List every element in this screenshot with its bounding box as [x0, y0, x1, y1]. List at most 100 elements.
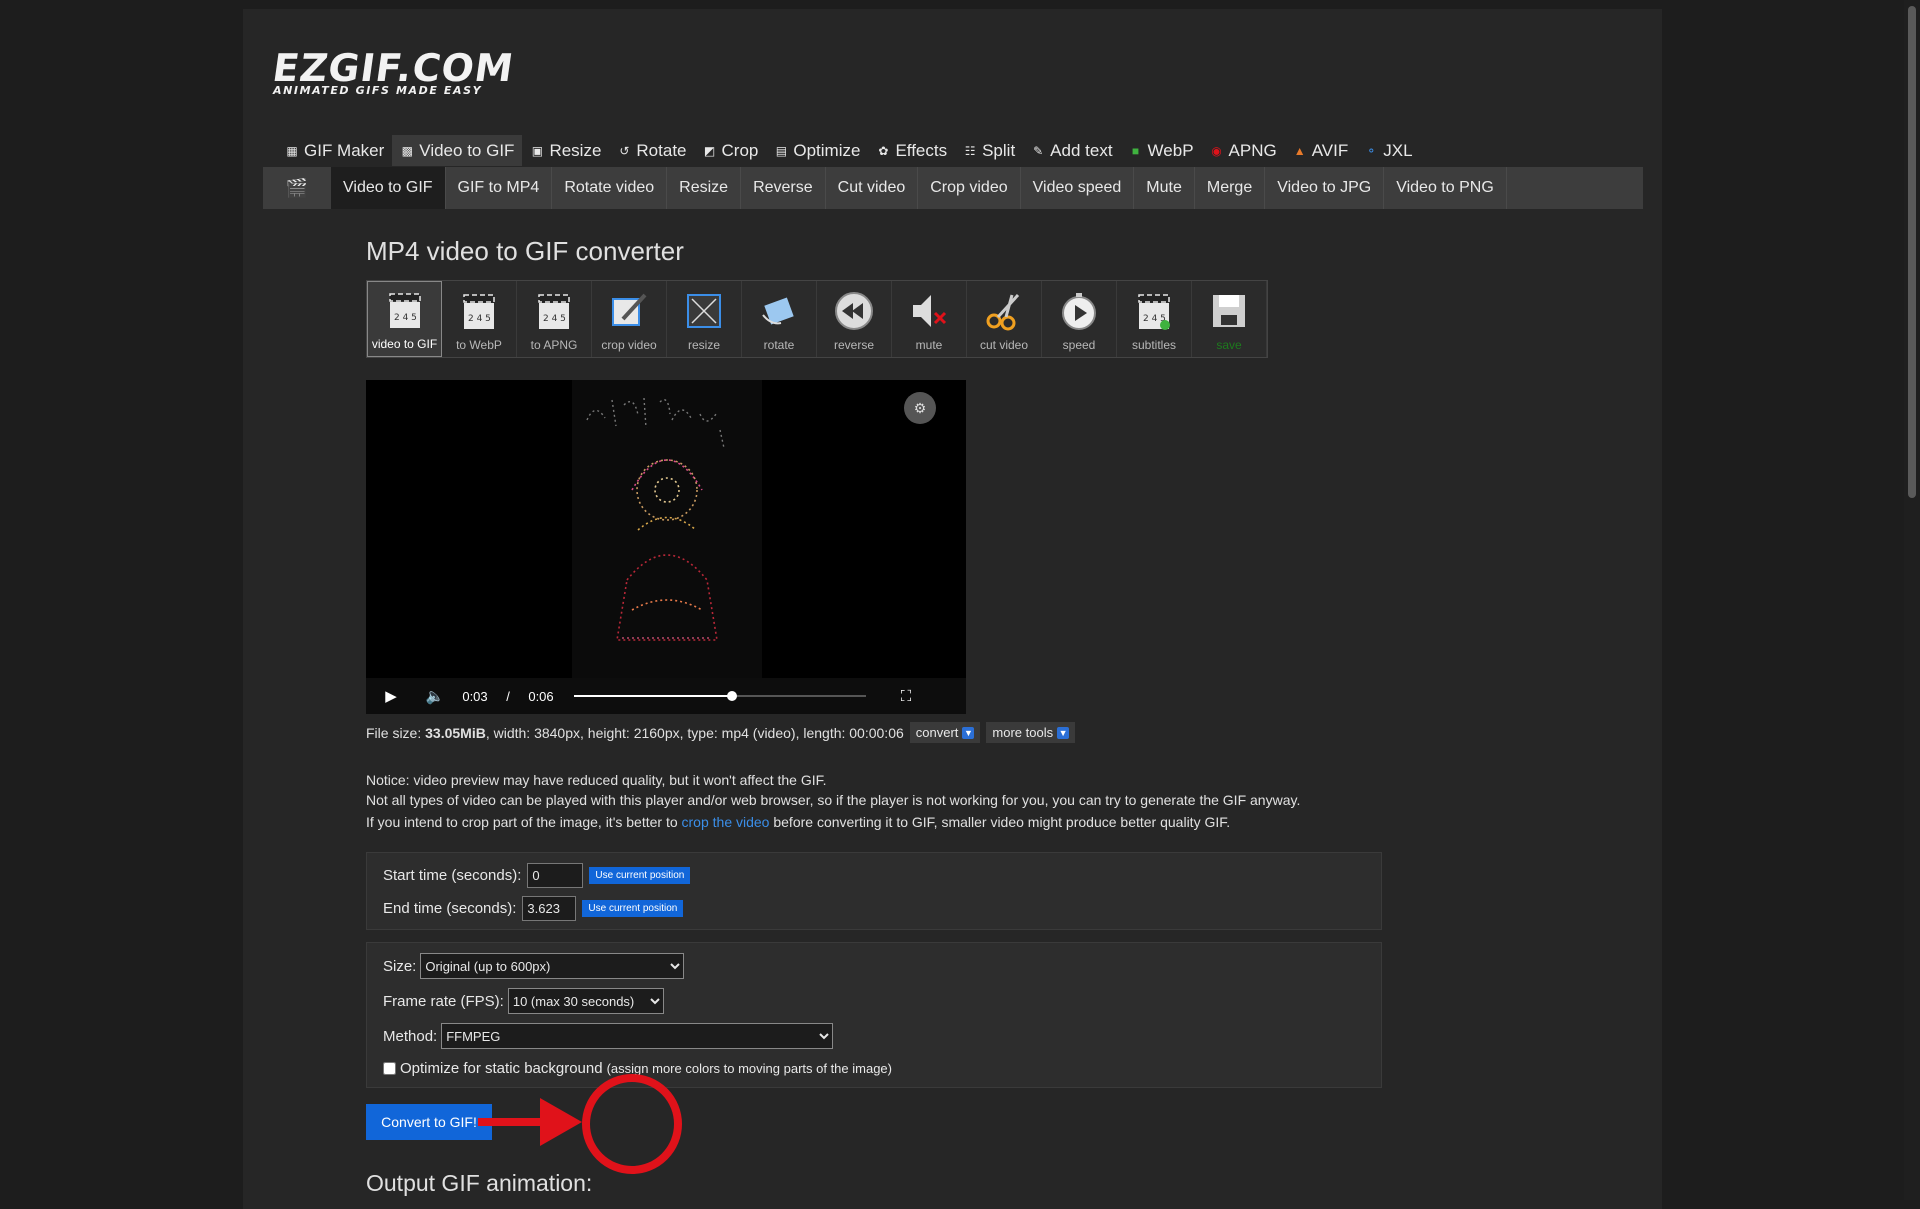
end-time-input[interactable] [522, 896, 577, 921]
seek-bar[interactable] [574, 689, 866, 703]
subnav-item-video-to-gif[interactable]: Video to GIF [331, 167, 446, 209]
topnav-item-webp[interactable]: ■ WebP [1121, 135, 1202, 166]
rotate-icon: ↺ [619, 143, 630, 158]
subnav-item-video-to-png[interactable]: Video to PNG [1384, 167, 1507, 209]
palette-icon: ✿ [878, 143, 889, 158]
more-tools-dropdown[interactable]: more tools ▼ [986, 722, 1076, 743]
optimize-static-label: Optimize for static background [400, 1060, 603, 1077]
tool-label: cut video [979, 338, 1029, 352]
webp-icon: ■ [1131, 143, 1140, 158]
size-label: Size: [383, 957, 417, 975]
tool-mute[interactable]: mute [892, 281, 967, 357]
use-current-position-end-button[interactable]: Use current position [582, 900, 684, 917]
topnav-item-rotate[interactable]: ↺ Rotate [609, 135, 694, 166]
tool-label: subtitles [1131, 338, 1177, 352]
floppy-icon [1209, 290, 1249, 332]
crop-the-video-link[interactable]: crop the video [682, 814, 770, 830]
page-title: MP4 video to GIF converter [366, 236, 684, 266]
subnav-item-cut-video[interactable]: Cut video [826, 167, 919, 209]
tool-cut-video[interactable]: cut video [967, 281, 1042, 357]
topnav-label: AVIF [1311, 140, 1349, 160]
topnav-label: Optimize [793, 140, 861, 160]
subnav-item-rotate-video[interactable]: Rotate video [552, 167, 668, 209]
topnav-item-effects[interactable]: ✿ Effects [868, 135, 955, 166]
topnav-label: Split [982, 140, 1016, 160]
main-content: MP4 video to GIF converter 2 4 5 video to… [366, 236, 1416, 1196]
tool-label: mute [915, 338, 943, 352]
tool-subtitles[interactable]: 2 4 5 subtitles [1117, 281, 1192, 357]
start-time-input[interactable] [527, 863, 584, 888]
convert-to-gif-button[interactable]: Convert to GIF! [366, 1104, 492, 1140]
method-label: Method: [383, 1027, 438, 1045]
film-icon: ▩ [401, 143, 413, 158]
video-controls: ▶ 🔈 0:03 / 0:06 ⛶ [366, 678, 966, 714]
tool-rotate[interactable]: rotate [742, 281, 817, 357]
tool-crop-video[interactable]: crop video [592, 281, 667, 357]
current-time: 0:03 [462, 688, 488, 704]
stopwatch-icon [1059, 290, 1099, 332]
jxl-icon: ⚬ [1366, 143, 1377, 158]
time-range-panel: Start time (seconds): Use current positi… [366, 852, 1382, 930]
tool-speed[interactable]: speed [1042, 281, 1117, 357]
subnav-item-merge[interactable]: Merge [1195, 167, 1266, 209]
scissors-icon [984, 290, 1024, 332]
use-current-position-start-button[interactable]: Use current position [589, 867, 691, 884]
subnav-item-mute[interactable]: Mute [1134, 167, 1195, 209]
fps-select[interactable]: 10 (max 30 seconds) [507, 988, 664, 1014]
svg-text:2 4 5: 2 4 5 [394, 313, 417, 323]
tool-save[interactable]: save [1192, 281, 1267, 357]
tool-label: to APNG [530, 338, 578, 352]
tool-label: crop video [601, 338, 657, 352]
tool-reverse[interactable]: reverse [817, 281, 892, 357]
subnav-item-crop-video[interactable]: Crop video [918, 167, 1021, 209]
topnav-item-apng[interactable]: ◉ APNG [1202, 135, 1285, 166]
volume-icon[interactable]: 🔈 [416, 687, 454, 705]
fullscreen-icon[interactable]: ⛶ [886, 688, 926, 705]
tool-label: to WebP [456, 338, 502, 352]
tool-to-webp[interactable]: 2 4 5 to WebP [442, 281, 517, 357]
text-icon: ✎ [1033, 143, 1044, 158]
clapper-subtitles-icon: 2 4 5 [1134, 290, 1174, 332]
cast-icon[interactable]: ⚙ [904, 392, 936, 424]
scrollbar-thumb[interactable] [1908, 6, 1916, 498]
play-icon[interactable]: ▶ [366, 687, 416, 705]
scrollbar[interactable] [1904, 0, 1920, 1200]
subnav-item-video-speed[interactable]: Video speed [1021, 167, 1135, 209]
sub-navigation: 🎬 Video to GIF GIF to MP4 Rotate video Resi… [263, 167, 1643, 209]
tool-to-apng[interactable]: 2 4 5 to APNG [517, 281, 592, 357]
resize-frame-icon [684, 290, 724, 332]
file-meta: , width: 3840px, height: 2160px, type: m… [485, 724, 904, 741]
topnav-item-crop[interactable]: ◩ Crop [695, 135, 767, 166]
size-select[interactable]: Original (up to 600px) [420, 953, 685, 979]
topnav-item-gif-maker[interactable]: ▦ GIF Maker [277, 135, 392, 166]
clapper-icon: 2 4 5 [459, 290, 499, 332]
tool-label: video to GIF [371, 337, 438, 351]
topnav-item-jxl[interactable]: ⚬ JXL [1356, 135, 1420, 166]
apng-icon: ◉ [1211, 143, 1222, 158]
topnav-item-optimize[interactable]: ▤ Optimize [766, 135, 868, 166]
topnav-item-add-text[interactable]: ✎ Add text [1023, 135, 1120, 166]
clapper-home-icon[interactable]: 🎬 [263, 167, 331, 209]
rewind-icon [834, 290, 874, 332]
top-navigation: ▦ GIF Maker ▩ Video to GIF ▣ Resize ↺ Rotate ◩ Cr… [277, 135, 1421, 166]
subnav-item-gif-to-mp4[interactable]: GIF to MP4 [446, 167, 553, 209]
method-select[interactable]: FFMPEG [441, 1023, 834, 1049]
subnav-item-resize[interactable]: Resize [667, 167, 742, 209]
topnav-item-video-to-gif[interactable]: ▩ Video to GIF [392, 135, 523, 166]
ezgif-logo[interactable]: EZGIF.COM ANIMATED GIFS MADE EASY [270, 46, 517, 97]
notice-line: Notice: video preview may have reduced q… [366, 772, 827, 788]
output-title: Output GIF animation: [366, 1170, 593, 1196]
subnav-item-reverse[interactable]: Reverse [741, 167, 826, 209]
topnav-item-split[interactable]: ☷ Split [955, 135, 1023, 166]
optimize-static-checkbox[interactable] [383, 1062, 396, 1075]
convert-dropdown[interactable]: convert ▼ [909, 722, 981, 743]
red-arrow-annotation [478, 1098, 582, 1146]
topnav-item-avif[interactable]: ▲ AVIF [1285, 135, 1357, 166]
tool-video-to-gif[interactable]: 2 4 5 video to GIF [367, 281, 442, 357]
crop-pen-icon [609, 290, 649, 332]
subnav-item-video-to-jpg[interactable]: Video to JPG [1265, 167, 1385, 209]
seek-handle[interactable] [726, 691, 737, 701]
video-player[interactable]: ⚙ ▶ 🔈 0:03 / 0:06 ⛶ [366, 380, 966, 714]
tool-resize[interactable]: resize [667, 281, 742, 357]
topnav-item-resize[interactable]: ▣ Resize [522, 135, 609, 166]
